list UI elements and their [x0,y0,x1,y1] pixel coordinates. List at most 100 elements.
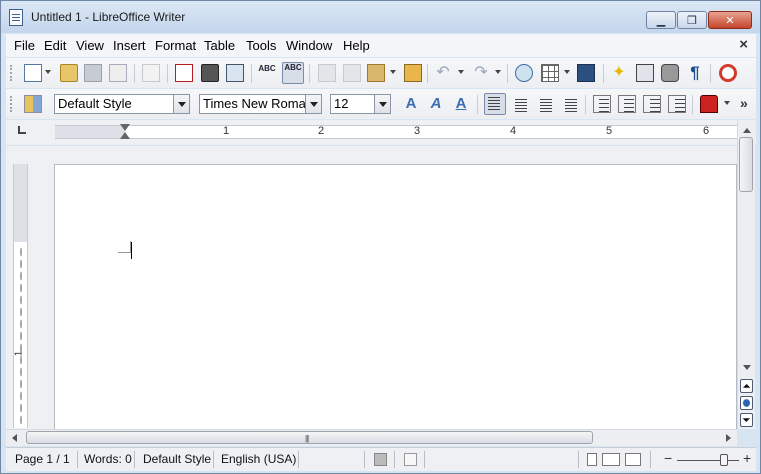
paste-dropdown-arrow-icon[interactable] [390,70,396,74]
minimize-button[interactable]: ▁ [646,11,676,29]
data-sources-icon[interactable] [661,64,679,82]
font-size-combo[interactable]: 12 [330,94,391,114]
menu-view[interactable]: View [76,38,104,53]
styles-and-formatting-icon[interactable] [24,95,42,113]
chevron-down-icon[interactable] [374,95,390,113]
single-page-view-icon[interactable] [587,453,597,466]
document-page[interactable] [54,164,737,430]
toolbar-grip-icon[interactable] [10,65,13,81]
menu-table[interactable]: Table [204,38,235,53]
navigator-icon[interactable] [515,64,533,82]
tab-stop-type-icon[interactable] [18,126,26,134]
redo-dropdown-arrow-icon[interactable] [495,70,501,74]
ruler-number: 1 [223,125,230,137]
font-name-combo[interactable]: Times New Roman [199,94,322,114]
menu-tools[interactable]: Tools [246,38,276,53]
scroll-down-icon[interactable] [743,365,751,370]
table-dropdown-arrow-icon[interactable] [564,70,570,74]
bold-a-icon[interactable]: A [402,95,420,113]
help-icon[interactable] [719,64,737,82]
italic-a-icon[interactable]: A [427,95,445,113]
scroll-grip-icon: ||| [305,434,309,443]
gallery-icon[interactable] [636,64,654,82]
vertical-scrollbar[interactable]: ⏶ ⏷ [737,120,755,429]
navigation-icon[interactable] [740,396,753,410]
align-center-icon[interactable] [511,95,529,113]
book-view-icon[interactable] [625,453,641,466]
highlighting-dropdown-arrow-icon[interactable] [724,101,730,105]
export-pdf-icon[interactable] [175,64,193,82]
print-icon[interactable] [201,64,219,82]
scroll-up-icon[interactable] [743,128,751,133]
scroll-left-icon[interactable] [12,434,17,442]
undo-icon[interactable]: ↶ [434,64,452,82]
table-icon[interactable] [541,64,559,82]
highlighting-icon[interactable] [700,95,718,113]
align-left-icon[interactable] [484,93,506,115]
menu-help[interactable]: Help [343,38,370,53]
numbering-icon[interactable] [593,95,611,113]
increase-indent-icon[interactable] [668,95,686,113]
page-count[interactable]: Page 1 / 1 [15,452,70,466]
underline-a-icon[interactable]: A [452,95,470,113]
horizontal-scroll-thumb[interactable]: ||| [26,431,593,444]
zoom-out-button[interactable]: − [664,450,672,466]
email-icon[interactable] [109,64,127,82]
horizontal-ruler-row: 1 2 3 4 5 6 [6,120,756,145]
horizontal-scrollbar[interactable]: ||| [6,429,737,446]
cut-icon[interactable] [318,64,336,82]
bullets-icon[interactable] [618,95,636,113]
chevron-down-icon[interactable] [173,95,189,113]
gallery-star-icon[interactable]: ✦ [610,64,628,82]
menu-insert[interactable]: Insert [113,38,146,53]
show-draw-functions-icon[interactable] [577,64,595,82]
print-preview-icon[interactable] [226,64,244,82]
font-size-value: 12 [334,96,349,111]
copy-icon[interactable] [343,64,361,82]
new-document-icon[interactable] [24,64,42,82]
autospellcheck-icon[interactable]: ABC [282,62,304,84]
zoom-slider-track[interactable] [677,460,739,461]
indent-marker-icon[interactable] [120,124,130,140]
paragraph-style-combo[interactable]: Default Style [54,94,190,114]
ruler-number: 5 [606,125,613,137]
horizontal-ruler[interactable]: 1 2 3 4 5 6 [55,124,745,140]
redo-icon[interactable]: ↷ [472,64,490,82]
toolbar-overflow-button[interactable]: » [740,95,748,111]
ruler-number: 2 [318,125,325,137]
new-dropdown-arrow-icon[interactable] [45,70,51,74]
save-icon[interactable] [84,64,102,82]
menu-format[interactable]: Format [155,38,196,53]
word-count[interactable]: Words: 0 [84,452,132,466]
menu-window[interactable]: Window [286,38,332,53]
decrease-indent-icon[interactable] [643,95,661,113]
edit-file-icon[interactable] [142,64,160,82]
menu-edit[interactable]: Edit [44,38,66,53]
align-right-icon[interactable] [536,95,554,113]
previous-page-button[interactable]: ⏶ [740,379,753,393]
close-window-button[interactable]: ✕ [708,11,752,29]
open-folder-icon[interactable] [60,64,78,82]
clone-formatting-icon[interactable] [404,64,422,82]
page-style[interactable]: Default Style [143,452,211,466]
close-document-button[interactable]: × [739,36,748,53]
menu-file[interactable]: File [14,38,35,53]
formatting-marks-icon[interactable]: ¶ [686,64,704,82]
spellcheck-icon[interactable]: ABC [258,64,276,82]
paste-icon[interactable] [367,64,385,82]
scroll-right-icon[interactable] [726,434,731,442]
toolbar-grip-icon[interactable] [10,96,13,112]
zoom-in-button[interactable]: + [743,450,751,466]
title-bar[interactable]: Untitled 1 - LibreOffice Writer ▁ ❐ ✕ [1,1,760,33]
next-page-button[interactable]: ⏷ [740,413,753,427]
language[interactable]: English (USA) [221,452,296,466]
multi-page-view-icon[interactable] [602,453,620,466]
maximize-button[interactable]: ❐ [677,11,707,29]
justify-icon[interactable] [561,95,579,113]
digital-signature-icon[interactable] [404,453,417,466]
vertical-ruler[interactable]: 1 [13,164,28,428]
undo-dropdown-arrow-icon[interactable] [458,70,464,74]
chevron-down-icon[interactable] [305,95,321,113]
vertical-scroll-thumb[interactable] [739,137,753,192]
zoom-slider-knob[interactable] [720,454,728,466]
